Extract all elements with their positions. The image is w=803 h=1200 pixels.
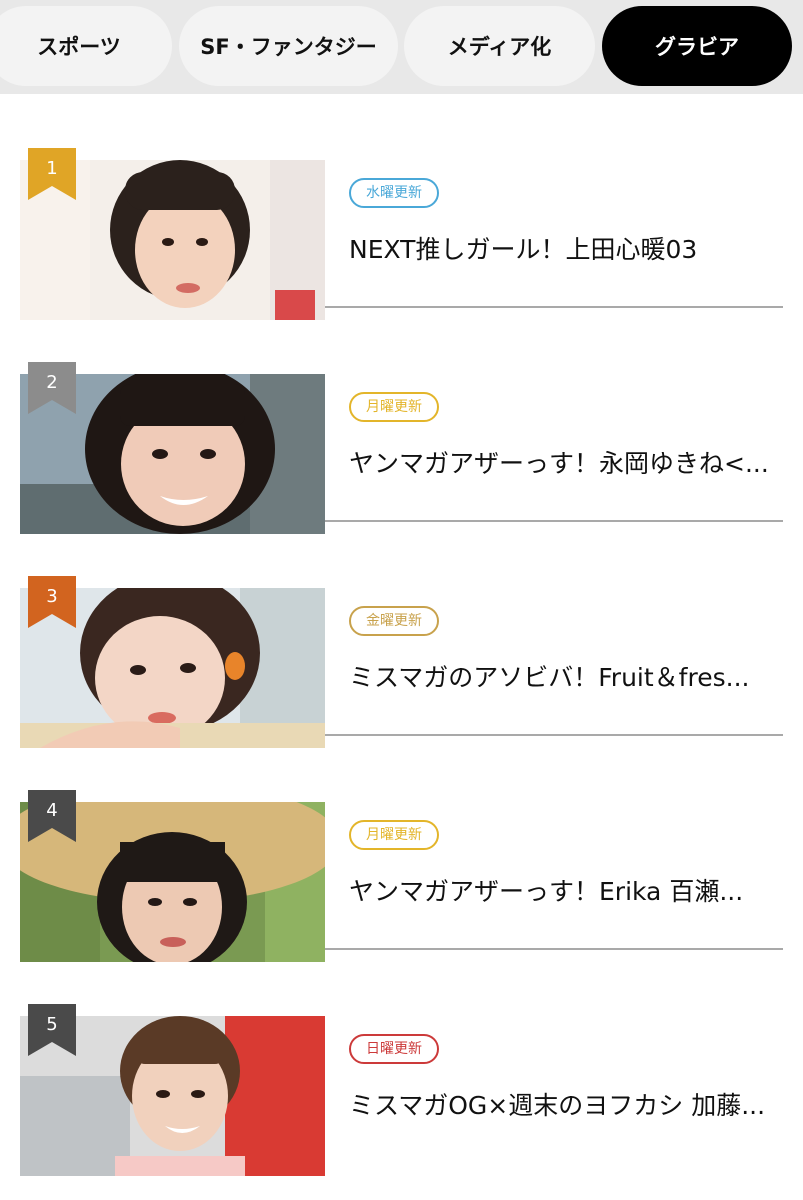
rank-badge: 4	[28, 790, 76, 842]
update-day-badge: 月曜更新	[349, 820, 439, 850]
rank-number: 5	[46, 1014, 58, 1035]
ranking-item[interactable]: 1 水曜更新 NEXT推しガール！上田心暖03	[20, 94, 783, 320]
ranking-list: 1 水曜更新 NEXT推しガール！上田心暖03 2 月曜更新 ヤンマガアザーっす…	[20, 94, 783, 1176]
tab-sports[interactable]: スポーツ	[0, 6, 172, 86]
item-title[interactable]: NEXT推しガール！上田心暖03	[349, 230, 783, 266]
item-title[interactable]: ミスマガのアソビバ！Fruit＆fres...	[349, 658, 783, 694]
ranking-item[interactable]: 2 月曜更新 ヤンマガアザーっす！永岡ゆきね<...	[20, 308, 783, 534]
rank-number: 4	[46, 800, 58, 821]
tab-sf-fantasy[interactable]: SF・ファンタジー	[179, 6, 398, 86]
update-day-badge: 水曜更新	[349, 178, 439, 208]
rank-badge: 2	[28, 362, 76, 414]
tab-label: SF・ファンタジー	[200, 35, 377, 59]
rank-number: 3	[46, 586, 58, 607]
tab-label: グラビア	[655, 35, 739, 59]
rank-badge: 3	[28, 576, 76, 628]
rank-badge: 5	[28, 1004, 76, 1056]
tab-label: スポーツ	[37, 35, 121, 59]
category-tab-bar: スポーツ SF・ファンタジー メディア化 グラビア	[0, 0, 803, 94]
tab-media[interactable]: メディア化	[404, 6, 595, 86]
update-day-badge: 金曜更新	[349, 606, 439, 636]
update-day-badge: 月曜更新	[349, 392, 439, 422]
item-title[interactable]: ミスマガOG×週末のヨフカシ 加藤...	[349, 1086, 783, 1122]
tab-label: メディア化	[447, 35, 552, 59]
item-title[interactable]: ヤンマガアザーっす！永岡ゆきね<...	[349, 444, 783, 480]
item-title[interactable]: ヤンマガアザーっす！Erika 百瀬...	[349, 872, 783, 908]
update-day-badge: 日曜更新	[349, 1034, 439, 1064]
tab-gravure[interactable]: グラビア	[602, 6, 792, 86]
rank-number: 1	[46, 158, 58, 179]
ranking-item[interactable]: 3 金曜更新 ミスマガのアソビバ！Fruit＆fres...	[20, 522, 783, 748]
rank-number: 2	[46, 372, 58, 393]
rank-badge: 1	[28, 148, 76, 200]
ranking-item[interactable]: 5 日曜更新 ミスマガOG×週末のヨフカシ 加藤...	[20, 950, 783, 1176]
ranking-item[interactable]: 4 月曜更新 ヤンマガアザーっす！Erika 百瀬...	[20, 736, 783, 962]
